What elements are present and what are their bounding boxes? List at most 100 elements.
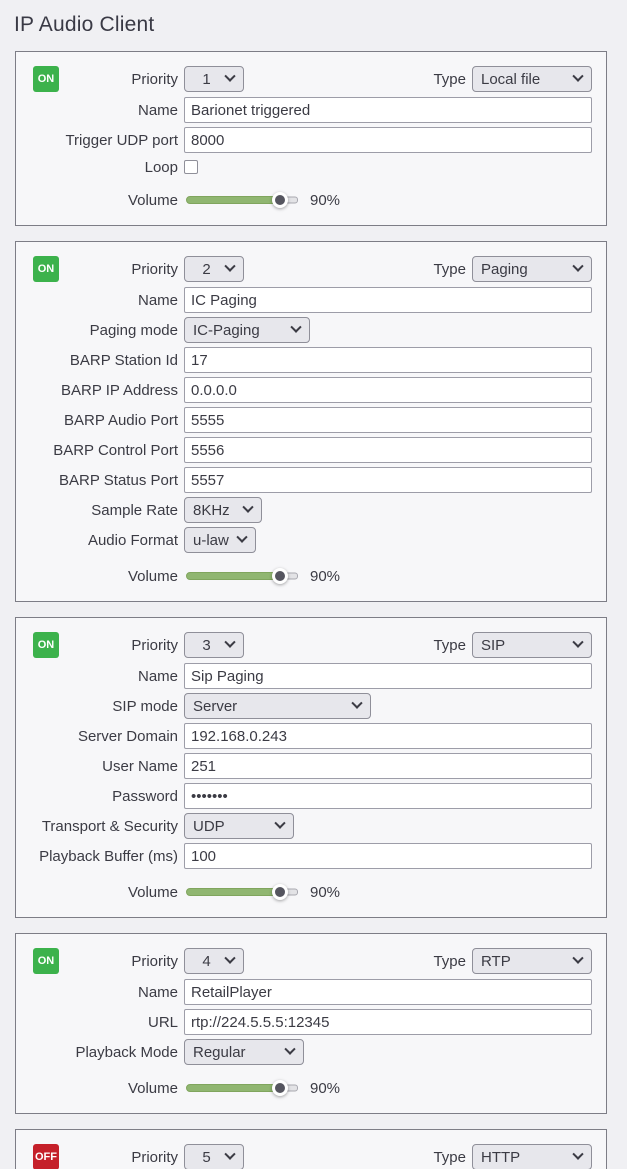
playback-buffer-input[interactable] — [184, 843, 592, 869]
url-row: URL — [16, 1009, 592, 1035]
audio-format-label: Audio Format — [16, 532, 184, 549]
url-label: URL — [16, 1014, 184, 1031]
type-select[interactable]: HTTP — [472, 1144, 592, 1169]
priority-value: 1 — [193, 71, 220, 88]
barp-ip-address-input[interactable] — [184, 377, 592, 403]
name-input[interactable] — [184, 287, 592, 313]
password-row: Password — [16, 783, 592, 809]
paging-mode-value: IC-Paging — [193, 322, 286, 339]
password-input[interactable] — [184, 783, 592, 809]
chevron-down-icon — [572, 953, 583, 964]
name-input[interactable] — [184, 97, 592, 123]
user-name-input[interactable] — [184, 753, 592, 779]
name-label: Name — [16, 668, 184, 685]
loop-checkbox[interactable] — [184, 160, 198, 174]
type-value: RTP — [481, 953, 568, 970]
barp-station-id-label: BARP Station Id — [16, 352, 184, 369]
barp-audio-port-row: BARP Audio Port — [16, 407, 592, 433]
trigger-udp-port-label: Trigger UDP port — [16, 132, 184, 149]
volume-slider-thumb[interactable] — [272, 568, 288, 584]
chevron-down-icon — [351, 698, 362, 709]
sample-rate-select[interactable]: 8KHz — [184, 497, 262, 523]
volume-slider-fill — [186, 1084, 285, 1092]
chevron-down-icon — [572, 1149, 583, 1160]
paging-mode-select[interactable]: IC-Paging — [184, 317, 310, 343]
type-value: Paging — [481, 261, 568, 278]
volume-row: Volume 90% — [16, 879, 592, 905]
trigger-udp-port-row: Trigger UDP port — [16, 127, 592, 153]
transport-security-label: Transport & Security — [16, 818, 184, 835]
volume-label: Volume — [16, 192, 184, 209]
type-select[interactable]: Paging — [472, 256, 592, 282]
priority-label: Priority — [59, 1149, 184, 1166]
priority-select[interactable]: 5 — [184, 1144, 244, 1169]
volume-value: 90% — [310, 568, 340, 585]
audio-format-select[interactable]: u-law — [184, 527, 256, 553]
name-label: Name — [16, 102, 184, 119]
volume-label: Volume — [16, 1080, 184, 1097]
client-panel-3: ON Priority 3 Type SIP Name SIP mode Ser… — [15, 617, 607, 918]
type-label: Type — [433, 1149, 472, 1166]
server-domain-input[interactable] — [184, 723, 592, 749]
audio-format-row: Audio Format u-law — [16, 527, 592, 553]
barp-audio-port-input[interactable] — [184, 407, 592, 433]
volume-slider-thumb[interactable] — [272, 192, 288, 208]
chevron-down-icon — [236, 532, 247, 543]
sip-mode-select[interactable]: Server — [184, 693, 371, 719]
priority-select[interactable]: 3 — [184, 632, 244, 658]
trigger-udp-port-input[interactable] — [184, 127, 592, 153]
volume-slider-thumb[interactable] — [272, 1080, 288, 1096]
type-label: Type — [433, 261, 472, 278]
transport-security-select[interactable]: UDP — [184, 813, 294, 839]
url-input[interactable] — [184, 1009, 592, 1035]
barp-station-id-input[interactable] — [184, 347, 592, 373]
chevron-down-icon — [284, 1044, 295, 1055]
user-name-label: User Name — [16, 758, 184, 775]
volume-slider-fill — [186, 888, 285, 896]
playback-mode-value: Regular — [193, 1044, 280, 1061]
status-badge-on: ON — [33, 632, 59, 658]
barp-ip-address-row: BARP IP Address — [16, 377, 592, 403]
client-panel-5: OFF Priority 5 Type HTTP Name — [15, 1129, 607, 1169]
loop-row: Loop — [16, 157, 592, 177]
barp-audio-port-label: BARP Audio Port — [16, 412, 184, 429]
priority-select[interactable]: 1 — [184, 66, 244, 92]
priority-select[interactable]: 2 — [184, 256, 244, 282]
client-panel-1: ON Priority 1 Type Local file Name Trigg… — [15, 51, 607, 226]
barp-status-port-label: BARP Status Port — [16, 472, 184, 489]
sip-mode-value: Server — [193, 698, 347, 715]
priority-type-row: ON Priority 4 Type RTP — [16, 948, 592, 974]
barp-status-port-input[interactable] — [184, 467, 592, 493]
barp-control-port-input[interactable] — [184, 437, 592, 463]
paging-mode-row: Paging mode IC-Paging — [16, 317, 592, 343]
volume-slider[interactable] — [186, 568, 298, 585]
volume-slider[interactable] — [186, 884, 298, 901]
type-select[interactable]: Local file — [472, 66, 592, 92]
priority-label: Priority — [59, 261, 184, 278]
barp-station-id-row: BARP Station Id — [16, 347, 592, 373]
priority-select[interactable]: 4 — [184, 948, 244, 974]
name-row: Name — [16, 287, 592, 313]
volume-row: Volume 90% — [16, 563, 592, 589]
priority-value: 2 — [193, 261, 220, 278]
playback-mode-select[interactable]: Regular — [184, 1039, 304, 1065]
status-badge-off: OFF — [33, 1144, 59, 1169]
volume-label: Volume — [16, 568, 184, 585]
server-domain-label: Server Domain — [16, 728, 184, 745]
name-input[interactable] — [184, 663, 592, 689]
volume-slider[interactable] — [186, 192, 298, 209]
priority-label: Priority — [59, 637, 184, 654]
audio-format-value: u-law — [193, 532, 232, 549]
sample-rate-value: 8KHz — [193, 502, 238, 519]
volume-slider-thumb[interactable] — [272, 884, 288, 900]
transport-security-row: Transport & Security UDP — [16, 813, 592, 839]
name-input[interactable] — [184, 979, 592, 1005]
name-label: Name — [16, 984, 184, 1001]
chevron-down-icon — [224, 261, 235, 272]
priority-label: Priority — [59, 953, 184, 970]
type-value: Local file — [481, 71, 568, 88]
volume-slider[interactable] — [186, 1080, 298, 1097]
type-select[interactable]: RTP — [472, 948, 592, 974]
type-label: Type — [433, 71, 472, 88]
type-select[interactable]: SIP — [472, 632, 592, 658]
